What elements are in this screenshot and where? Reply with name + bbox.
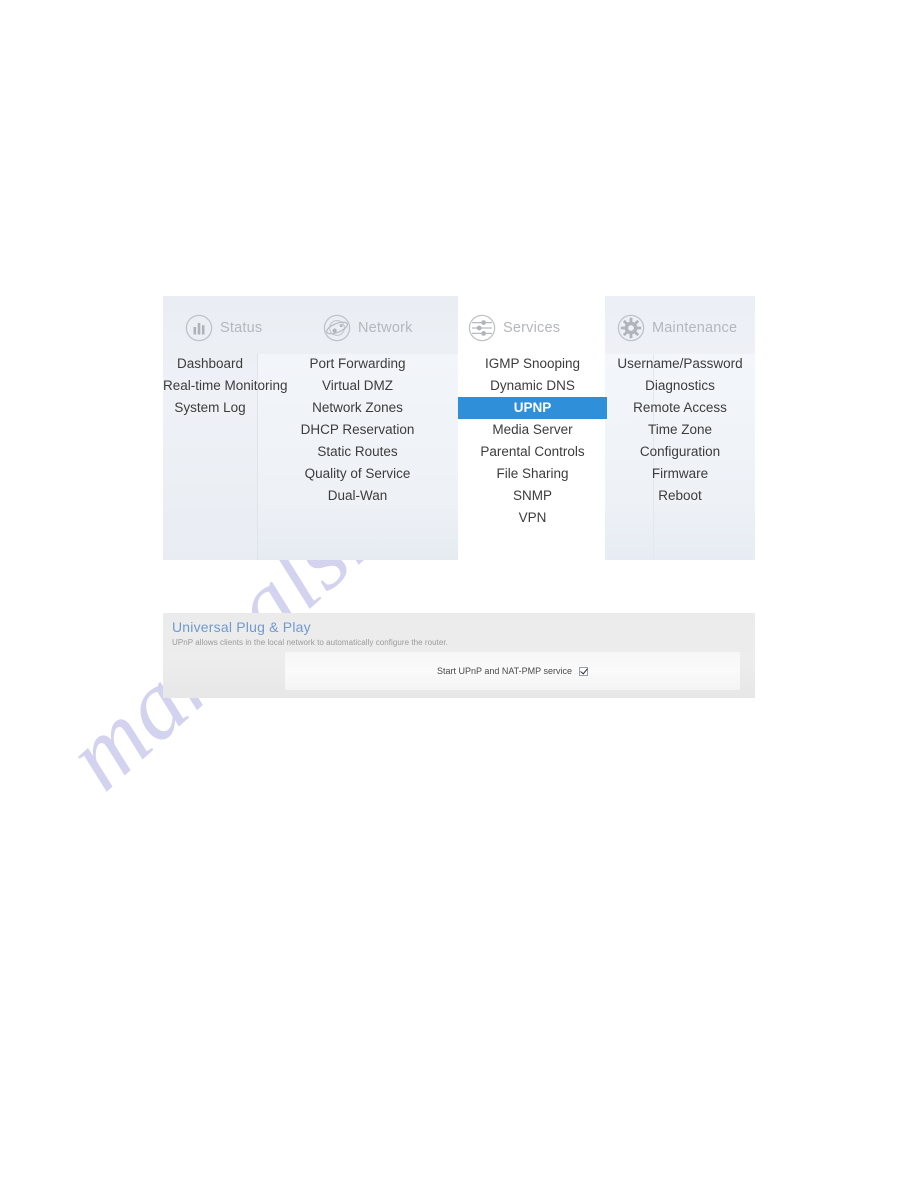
menu-item-vpn[interactable]: VPN	[458, 507, 607, 529]
menu-item-system-log[interactable]: System Log	[163, 397, 257, 419]
panel-maintenance: Maintenance Username/Password Diagnostic…	[605, 296, 755, 560]
menu-list-services: IGMP Snooping Dynamic DNS UPNP Media Ser…	[458, 353, 607, 529]
menu-item-igmp-snooping[interactable]: IGMP Snooping	[458, 353, 607, 375]
panel-services: Services IGMP Snooping Dynamic DNS UPNP …	[458, 296, 607, 560]
menu-item-file-sharing[interactable]: File Sharing	[458, 463, 607, 485]
menu-item-dhcp-reservation[interactable]: DHCP Reservation	[257, 419, 458, 441]
bar-chart-icon	[185, 314, 213, 342]
category-header-services: Services	[468, 314, 560, 342]
menu-item-network-zones[interactable]: Network Zones	[257, 397, 458, 419]
menu-item-dynamic-dns[interactable]: Dynamic DNS	[458, 375, 607, 397]
panel-status-network: Status Network Dashboard Real-time Monit…	[163, 296, 458, 560]
menu-item-dashboard[interactable]: Dashboard	[163, 353, 257, 375]
upnp-service-label: Start UPnP and NAT-PMP service	[436, 666, 573, 676]
menu-list-maintenance: Username/Password Diagnostics Remote Acc…	[605, 353, 755, 507]
sliders-icon	[468, 314, 496, 342]
category-header-network: Network	[323, 314, 413, 342]
page-description: UPnP allows clients in the local network…	[172, 638, 448, 647]
page-title: Universal Plug & Play	[172, 619, 311, 635]
menu-item-real-time-monitoring[interactable]: Real-time Monitoring	[163, 375, 288, 397]
menu-item-configuration[interactable]: Configuration	[605, 441, 755, 463]
menu-item-media-server[interactable]: Media Server	[458, 419, 607, 441]
watermark-layer: manualshive.com	[0, 0, 918, 1188]
menu-list-network: Port Forwarding Virtual DMZ Network Zone…	[257, 353, 458, 507]
menu-item-upnp[interactable]: UPNP	[458, 397, 607, 419]
menu-item-reboot[interactable]: Reboot	[605, 485, 755, 507]
upnp-settings-card: Universal Plug & Play UPnP allows client…	[163, 613, 755, 698]
upnp-form-row: Start UPnP and NAT-PMP service	[285, 652, 740, 690]
menu-item-time-zone[interactable]: Time Zone	[605, 419, 755, 441]
category-label-services: Services	[503, 320, 561, 336]
menu-item-port-forwarding[interactable]: Port Forwarding	[257, 353, 458, 375]
menu-item-diagnostics[interactable]: Diagnostics	[605, 375, 755, 397]
menu-item-firmware[interactable]: Firmware	[605, 463, 755, 485]
globe-orbit-icon	[323, 314, 351, 342]
menu-item-static-routes[interactable]: Static Routes	[257, 441, 458, 463]
category-label-maintenance: Maintenance	[652, 320, 738, 336]
category-header-maintenance: Maintenance	[617, 314, 737, 342]
menu-item-virtual-dmz[interactable]: Virtual DMZ	[257, 375, 458, 397]
menu-item-remote-access[interactable]: Remote Access	[605, 397, 755, 419]
gear-icon	[617, 314, 645, 342]
menu-item-parental-controls[interactable]: Parental Controls	[458, 441, 607, 463]
menu-item-dual-wan[interactable]: Dual-Wan	[257, 485, 458, 507]
menu-item-quality-of-service[interactable]: Quality of Service	[257, 463, 458, 485]
menu-list-status: Dashboard Real-time Monitoring System Lo…	[163, 353, 288, 419]
upnp-service-checkbox[interactable]	[579, 666, 589, 676]
category-header-status: Status	[185, 314, 262, 342]
category-label-network: Network	[358, 320, 413, 336]
menu-item-snmp[interactable]: SNMP	[458, 485, 607, 507]
navigation-menu: Status Network Dashboard Real-time Monit…	[163, 296, 755, 560]
category-label-status: Status	[220, 320, 263, 336]
menu-item-username-password[interactable]: Username/Password	[605, 353, 755, 375]
